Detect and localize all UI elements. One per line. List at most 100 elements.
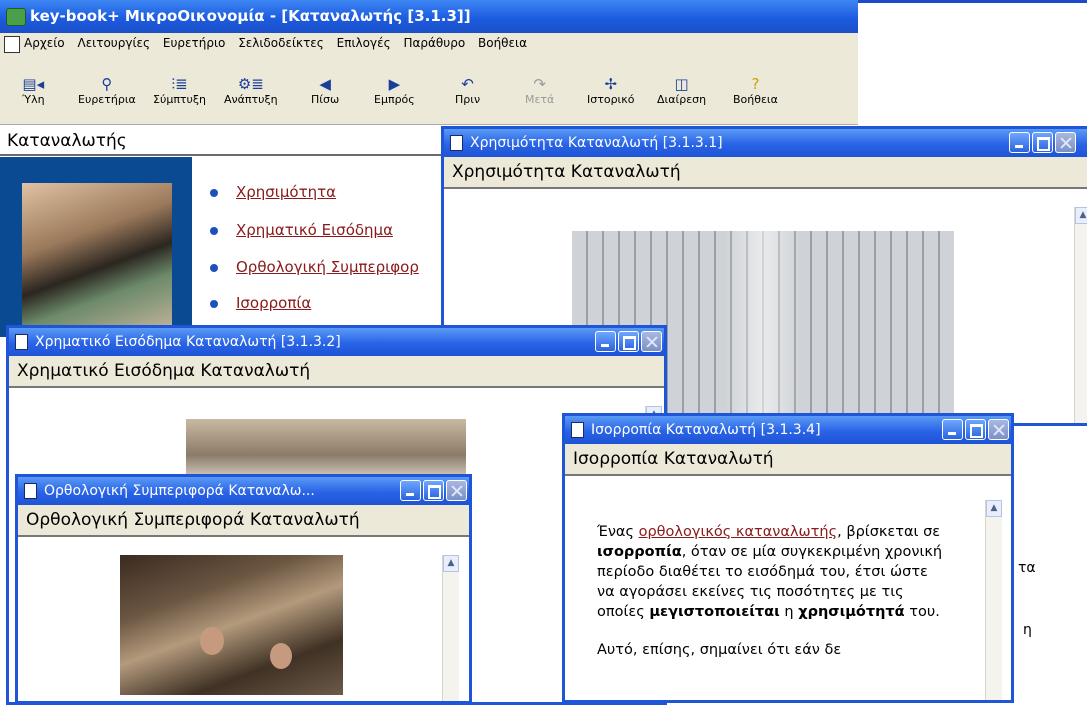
toolbar-label: Πριν xyxy=(455,93,481,106)
text-fragment: η xyxy=(1023,622,1032,638)
window-title: Χρηματικό Εισόδημα Καταναλωτή [3.1.3.2] xyxy=(35,334,341,350)
topic-link-income[interactable]: Χρηματικό Εισόδημα xyxy=(210,221,393,239)
rational-consumer-link[interactable]: ορθολογικός καταναλωτής xyxy=(639,524,838,540)
document-icon[interactable] xyxy=(4,36,20,53)
toolbar-label: Ανάπτυξη xyxy=(224,93,278,106)
app-title-bar[interactable]: key-book+ ΜικροΟικονομία - [Καταναλωτής … xyxy=(0,0,858,33)
utility-window-title-bar[interactable]: Χρησιμότητα Καταναλωτή [3.1.3.1] xyxy=(444,129,1087,157)
maximize-button[interactable] xyxy=(965,419,986,440)
back-arrow-icon: ◀ xyxy=(319,75,331,93)
menu-options[interactable]: Επιλογές xyxy=(337,36,391,50)
vertical-scrollbar[interactable]: ▲ xyxy=(985,500,1002,700)
minimize-button[interactable] xyxy=(1009,132,1030,153)
link-text[interactable]: Ορθολογική Συμπεριφορ xyxy=(236,258,419,276)
toolbar-label: Ιστορικό xyxy=(587,93,635,106)
magnifier-icon: ⚲ xyxy=(101,75,113,93)
document-icon xyxy=(571,422,584,438)
toolbar-label: Διαίρεση xyxy=(657,93,707,106)
text-fragment: τα xyxy=(1018,560,1036,576)
person-figure xyxy=(270,643,292,669)
split-icon: ◫ xyxy=(674,75,689,93)
document-icon xyxy=(15,334,28,350)
document-icon xyxy=(450,135,463,151)
window-title: Ισορροπία Καταναλωτή [3.1.3.4] xyxy=(591,422,821,438)
toolbar-label: Ύλη xyxy=(22,93,45,106)
paragraph: Αυτό, επίσης, σημαίνει ότι εάν δε xyxy=(597,642,842,658)
window-heading: Ορθολογική Συμπεριφορά Καταναλωτή xyxy=(18,505,469,537)
toolbar-help-button[interactable]: ? Βοήθεια xyxy=(733,75,778,106)
toolbar: ▤◂ Ύλη ⚲ Ευρετήρια ⫶≣ Σύμπτυξη ⚙≣ Ανάπτυξη ◀… xyxy=(0,55,858,125)
window-controls xyxy=(593,331,662,353)
minimize-button[interactable] xyxy=(400,480,421,501)
toolbar-split-button[interactable]: ◫ Διαίρεση xyxy=(657,75,706,106)
toolbar-label: Βοήθεια xyxy=(733,93,778,106)
toolbar-label: Σύμπτυξη xyxy=(153,93,207,106)
bullet-icon xyxy=(210,263,218,272)
equilibrium-window-title-bar[interactable]: Ισορροπία Καταναλωτή [3.1.3.4] xyxy=(565,416,1011,444)
help-icon: ? xyxy=(751,75,760,93)
bullet-icon xyxy=(210,226,218,235)
app-border xyxy=(858,0,1087,3)
close-button[interactable] xyxy=(988,419,1009,440)
scroll-up-icon[interactable]: ▲ xyxy=(443,555,459,572)
maximize-button[interactable] xyxy=(618,331,639,352)
text: Ένας xyxy=(597,524,639,540)
topic-link-utility[interactable]: Χρησιμότητα xyxy=(210,183,336,201)
toolbar-back-button[interactable]: ◀ Πίσω xyxy=(311,75,339,106)
bold-term: ισορροπία xyxy=(597,544,682,560)
toolbar-expand-button[interactable]: ⚙≣ Ανάπτυξη xyxy=(224,75,278,106)
minimize-button[interactable] xyxy=(595,331,616,352)
scroll-up-icon[interactable]: ▲ xyxy=(1075,207,1087,224)
close-button[interactable] xyxy=(446,480,467,501)
money-photo xyxy=(22,183,172,335)
minimize-button[interactable] xyxy=(942,419,963,440)
window-heading: Ισορροπία Καταναλωτή xyxy=(565,444,1011,476)
scroll-up-icon[interactable]: ▲ xyxy=(986,500,1002,517)
toolbar-history-button[interactable]: ✢ Ιστορικό xyxy=(587,75,635,106)
bold-term: μεγιστοποιείται xyxy=(649,604,780,620)
vertical-scrollbar[interactable]: ▲ xyxy=(442,555,459,701)
income-window-title-bar[interactable]: Χρηματικό Εισόδημα Καταναλωτή [3.1.3.2] xyxy=(9,328,664,356)
toolbar-before-button[interactable]: ↶ Πριν xyxy=(455,75,480,106)
maximize-button[interactable] xyxy=(1032,132,1053,153)
menu-functions[interactable]: Λειτουργίες xyxy=(77,36,150,50)
menu-bookmarks[interactable]: Σελιδοδείκτες xyxy=(238,36,324,50)
undo-icon: ↶ xyxy=(461,75,474,93)
menu-bar: Αρχείο Λειτουργίες Ευρετήριο Σελιδοδείκτ… xyxy=(0,33,858,55)
maximize-button[interactable] xyxy=(423,480,444,501)
close-button[interactable] xyxy=(641,331,662,352)
market-photo xyxy=(120,555,343,695)
window-heading: Χρησιμότητα Καταναλωτή xyxy=(444,157,1087,189)
link-text[interactable]: Χρησιμότητα xyxy=(236,183,336,201)
document-icon xyxy=(24,483,37,499)
toolbar-material-button[interactable]: ▤◂ Ύλη xyxy=(22,75,45,106)
menu-help[interactable]: Βοήθεια xyxy=(478,36,527,50)
collapse-icon: ⫶≣ xyxy=(171,75,188,93)
link-text[interactable]: Ισορροπία xyxy=(236,294,311,312)
toolbar-label: Πίσω xyxy=(311,93,340,106)
equilibrium-window: Ισορροπία Καταναλωτή [3.1.3.4] Ισορροπία… xyxy=(562,413,1014,703)
close-button[interactable] xyxy=(1055,132,1076,153)
bullet-icon xyxy=(210,188,218,197)
rational-window: Ορθολογική Συμπεριφορά Καταναλω... Ορθολ… xyxy=(15,474,472,704)
toolbar-forward-button[interactable]: ▶ Εμπρός xyxy=(374,75,415,106)
topic-link-rational[interactable]: Ορθολογική Συμπεριφορ xyxy=(210,258,419,276)
toolbar-label: Εμπρός xyxy=(374,93,415,106)
toolbar-index-button[interactable]: ⚲ Ευρετήρια xyxy=(78,75,136,106)
person-figure xyxy=(200,627,224,655)
toolbar-collapse-button[interactable]: ⫶≣ Σύμπτυξη xyxy=(153,75,206,106)
rational-window-title-bar[interactable]: Ορθολογική Συμπεριφορά Καταναλω... xyxy=(18,477,469,505)
page-title: Καταναλωτής xyxy=(0,126,444,156)
link-text[interactable]: Χρηματικό Εισόδημα xyxy=(236,221,393,239)
income-photo xyxy=(186,419,466,479)
toolbar-after-button[interactable]: ↷ Μετά xyxy=(525,75,554,106)
window-title: Χρησιμότητα Καταναλωτή [3.1.3.1] xyxy=(470,135,723,151)
menu-index[interactable]: Ευρετήριο xyxy=(163,36,225,50)
window-controls xyxy=(1007,132,1076,154)
forward-arrow-icon: ▶ xyxy=(388,75,401,93)
menu-file[interactable]: Αρχείο xyxy=(24,36,65,50)
vertical-scrollbar[interactable]: ▲ xyxy=(1074,207,1087,423)
topic-link-equilibrium[interactable]: Ισορροπία xyxy=(210,294,311,312)
window-controls xyxy=(398,480,467,502)
menu-window[interactable]: Παράθυρο xyxy=(403,36,465,50)
